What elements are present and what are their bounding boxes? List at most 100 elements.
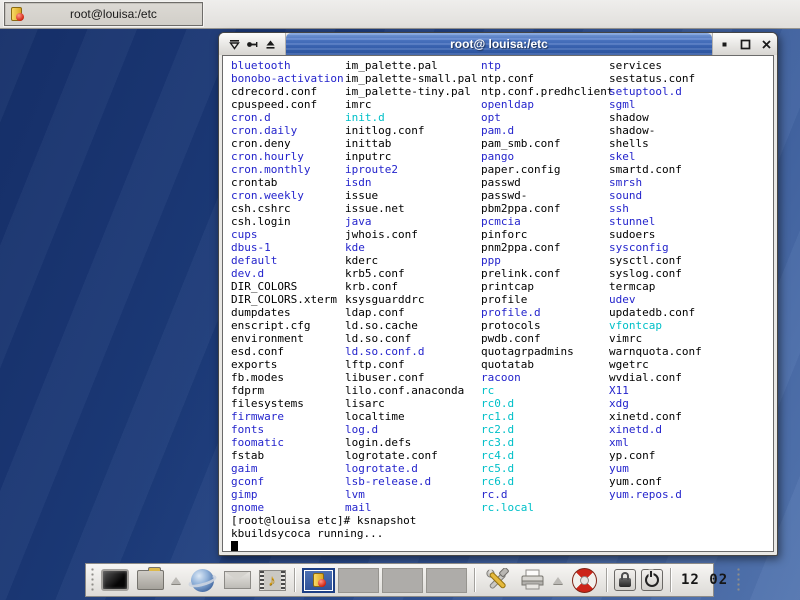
terminal-launcher[interactable] xyxy=(100,566,130,594)
file-entry: rc1.d xyxy=(481,410,613,423)
file-entry: syslog.conf xyxy=(609,267,702,280)
pager-desktop-3[interactable] xyxy=(382,568,423,593)
lock-screen-button[interactable] xyxy=(614,569,636,591)
pin-icon[interactable] xyxy=(246,38,259,51)
close-icon[interactable] xyxy=(760,38,773,51)
file-entry: udev xyxy=(609,293,702,306)
terminal-cursor xyxy=(231,541,238,552)
file-entry: fonts xyxy=(231,423,344,436)
taskbar-window-button[interactable]: root@louisa:/etc xyxy=(4,2,203,26)
file-entry: init.d xyxy=(345,111,477,124)
file-entry: issue.net xyxy=(345,202,477,215)
konsole-icon xyxy=(9,6,25,22)
file-entry: ntp.conf xyxy=(481,72,613,85)
panel-drag-handle-left[interactable] xyxy=(90,567,95,593)
multimedia-launcher[interactable]: ♪ xyxy=(257,566,287,594)
email-launcher[interactable] xyxy=(222,566,252,594)
file-entry: kderc xyxy=(345,254,477,267)
logout-button[interactable] xyxy=(641,569,663,591)
file-entry: pinforc xyxy=(481,228,613,241)
listing-column-4: servicessestatus.confsetuptool.dsgmlshad… xyxy=(609,59,702,501)
file-entry: quotagrpadmins xyxy=(481,345,613,358)
help-launcher[interactable] xyxy=(569,566,599,594)
printer-icon xyxy=(520,569,545,591)
file-entry: xdg xyxy=(609,397,702,410)
file-entry: im_palette.pal xyxy=(345,59,477,72)
konsole-icon xyxy=(311,572,327,588)
file-entry: log.d xyxy=(345,423,477,436)
terminal-screen[interactable]: bluetoothbonobo-activationcdrecord.confc… xyxy=(222,55,774,552)
file-entry: exports xyxy=(231,358,344,371)
file-entry: lftp.conf xyxy=(345,358,477,371)
system-tools-launcher[interactable] xyxy=(482,566,512,594)
file-entry: rc3.d xyxy=(481,436,613,449)
cursor-line xyxy=(223,540,773,552)
file-entry: xinetd.d xyxy=(609,423,702,436)
file-entry: rc xyxy=(481,384,613,397)
file-entry: smrsh xyxy=(609,176,702,189)
file-entry: iproute2 xyxy=(345,163,477,176)
file-entry: dev.d xyxy=(231,267,344,280)
file-entry: passwd- xyxy=(481,189,613,202)
file-entry: ntp.conf.predhclient xyxy=(481,85,613,98)
file-entry: dumpdates xyxy=(231,306,344,319)
file-entry: cron.monthly xyxy=(231,163,344,176)
file-entry: mail xyxy=(345,501,477,514)
file-entry: sudoers xyxy=(609,228,702,241)
panel-more-arrow[interactable] xyxy=(552,577,564,584)
file-entry: imrc xyxy=(345,98,477,111)
file-entry: enscript.cfg xyxy=(231,319,344,332)
shell-prompt-line: [root@louisa etc]# ksnapshot xyxy=(223,514,773,527)
file-entry: wvdial.conf xyxy=(609,371,702,384)
file-entry: pcmcia xyxy=(481,215,613,228)
shade-icon[interactable] xyxy=(264,38,277,51)
file-entry: logrotate.d xyxy=(345,462,477,475)
file-entry: lsb-release.d xyxy=(345,475,477,488)
folder-icon xyxy=(137,570,164,590)
file-entry: environment xyxy=(231,332,344,345)
lock-icon xyxy=(619,578,631,587)
taskbar-window-button-label: root@louisa:/etc xyxy=(25,7,202,21)
file-entry: bluetooth xyxy=(231,59,344,72)
digital-clock[interactable]: 12 02 xyxy=(678,572,731,588)
file-entry: skel xyxy=(609,150,702,163)
power-icon xyxy=(645,573,659,587)
maximize-icon[interactable] xyxy=(739,38,752,51)
file-entry: yum xyxy=(609,462,702,475)
window-title: root@ louisa:/etc xyxy=(286,33,712,55)
file-entry: sysctl.conf xyxy=(609,254,702,267)
file-entry: rc2.d xyxy=(481,423,613,436)
listing-column-3: ntpntp.confntp.conf.predhclientopenldapo… xyxy=(481,59,613,514)
file-entry: pnm2ppa.conf xyxy=(481,241,613,254)
minimize-icon[interactable] xyxy=(718,38,731,51)
file-entry: cron.hourly xyxy=(231,150,344,163)
panel-separator xyxy=(474,568,475,592)
file-entry: stunnel xyxy=(609,215,702,228)
file-entry: bonobo-activation xyxy=(231,72,344,85)
file-entry: sound xyxy=(609,189,702,202)
launcher-expand-arrow[interactable] xyxy=(170,577,182,584)
file-entry: lvm xyxy=(345,488,477,501)
file-manager-launcher[interactable] xyxy=(135,566,165,594)
file-entry: csh.login xyxy=(231,215,344,228)
pager-desktop-4[interactable] xyxy=(426,568,467,593)
file-entry: ntp xyxy=(481,59,613,72)
pager-desktop-1[interactable] xyxy=(302,568,335,593)
file-entry: pam_smb.conf xyxy=(481,137,613,150)
printer-launcher[interactable] xyxy=(517,566,547,594)
window-titlebar[interactable]: root@ louisa:/etc xyxy=(219,33,777,55)
pager-desktop-2[interactable] xyxy=(338,568,379,593)
help-lifesaver-icon xyxy=(572,568,597,593)
panel-drag-handle-right[interactable] xyxy=(736,567,741,593)
menu-icon[interactable] xyxy=(228,38,241,51)
file-entry: openldap xyxy=(481,98,613,111)
file-entry: cron.weekly xyxy=(231,189,344,202)
web-browser-launcher[interactable] xyxy=(187,566,217,594)
file-entry: xinetd.conf xyxy=(609,410,702,423)
file-entry: rc.local xyxy=(481,501,613,514)
file-entry: im_palette-tiny.pal xyxy=(345,85,477,98)
file-entry: im_palette-small.pal xyxy=(345,72,477,85)
file-entry: yum.conf xyxy=(609,475,702,488)
file-entry: smartd.conf xyxy=(609,163,702,176)
file-entry: profile.d xyxy=(481,306,613,319)
